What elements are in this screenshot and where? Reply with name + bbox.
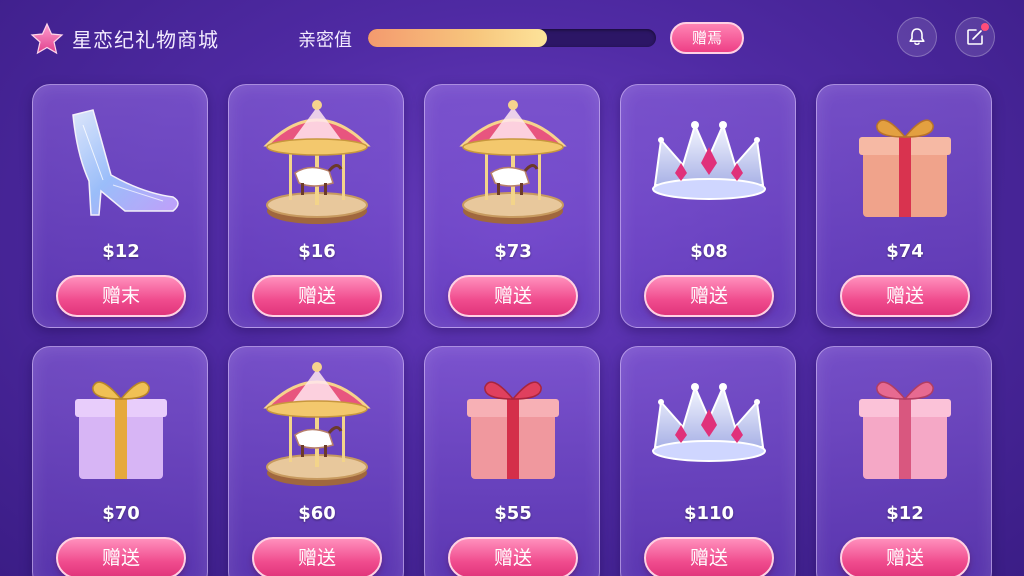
gift-card[interactable]: $12 赠末	[32, 84, 208, 328]
intimacy-label: 亲密值	[298, 30, 352, 51]
gift-price: $70	[102, 503, 140, 524]
send-gift-button[interactable]: 赠送	[56, 537, 186, 576]
gift-card[interactable]: $70 赠送	[32, 346, 208, 576]
star-logo-icon	[30, 22, 64, 55]
top-bar: 星恋纪礼物商城 亲密值 赠焉	[0, 0, 1024, 78]
gift-price: $12	[102, 241, 140, 262]
carousel-icon	[425, 85, 599, 235]
send-gift-button[interactable]: 赠送	[252, 275, 382, 317]
gift-price: $12	[886, 503, 924, 524]
send-gift-button[interactable]: 赠送	[840, 275, 970, 317]
send-gift-button[interactable]: 赠送	[644, 275, 774, 317]
glass-slipper-icon	[33, 85, 207, 235]
gift-price: $16	[298, 241, 336, 262]
gift-card[interactable]: $73 赠送	[424, 84, 600, 328]
share-button[interactable]	[955, 17, 995, 57]
gift-box-red-icon	[425, 347, 599, 497]
send-gift-button[interactable]: 赠送	[252, 537, 382, 576]
gift-price: $55	[494, 503, 532, 524]
gift-price: $73	[494, 241, 532, 262]
gift-price: $74	[886, 241, 924, 262]
gift-box-pink-icon	[817, 347, 991, 497]
gift-card[interactable]: $60 赠送	[228, 346, 404, 576]
gift-box-gold-icon	[33, 347, 207, 497]
notifications-button[interactable]	[897, 17, 937, 57]
gift-card[interactable]: $55 赠送	[424, 346, 600, 576]
gift-card[interactable]: $110 赠送	[620, 346, 796, 576]
gift-price: $08	[690, 241, 728, 262]
send-gift-button[interactable]: 赠末	[56, 275, 186, 317]
gift-top-button[interactable]: 赠焉	[670, 22, 744, 54]
gift-card[interactable]: $08 赠送	[620, 84, 796, 328]
gift-card[interactable]: $12 赠送	[816, 346, 992, 576]
carousel-icon	[229, 85, 403, 235]
notification-dot	[981, 23, 989, 31]
send-gift-button[interactable]: 赠送	[448, 275, 578, 317]
send-gift-button[interactable]: 赠送	[448, 537, 578, 576]
intimacy-progress-bar	[368, 29, 656, 47]
bell-icon	[909, 28, 925, 46]
gift-price: $110	[683, 503, 735, 524]
send-gift-button[interactable]: 赠送	[644, 537, 774, 576]
gift-price: $60	[298, 503, 336, 524]
gift-box-orange-icon	[817, 85, 991, 235]
send-gift-button[interactable]: 赠送	[840, 537, 970, 576]
gift-card[interactable]: $74 赠送	[816, 84, 992, 328]
intimacy-progress-fill	[368, 29, 547, 47]
gift-card[interactable]: $16 赠送	[228, 84, 404, 328]
app-title: 星恋纪礼物商城	[72, 28, 219, 52]
crown-icon	[621, 85, 795, 235]
carousel-icon	[229, 347, 403, 497]
crown-icon	[621, 347, 795, 497]
